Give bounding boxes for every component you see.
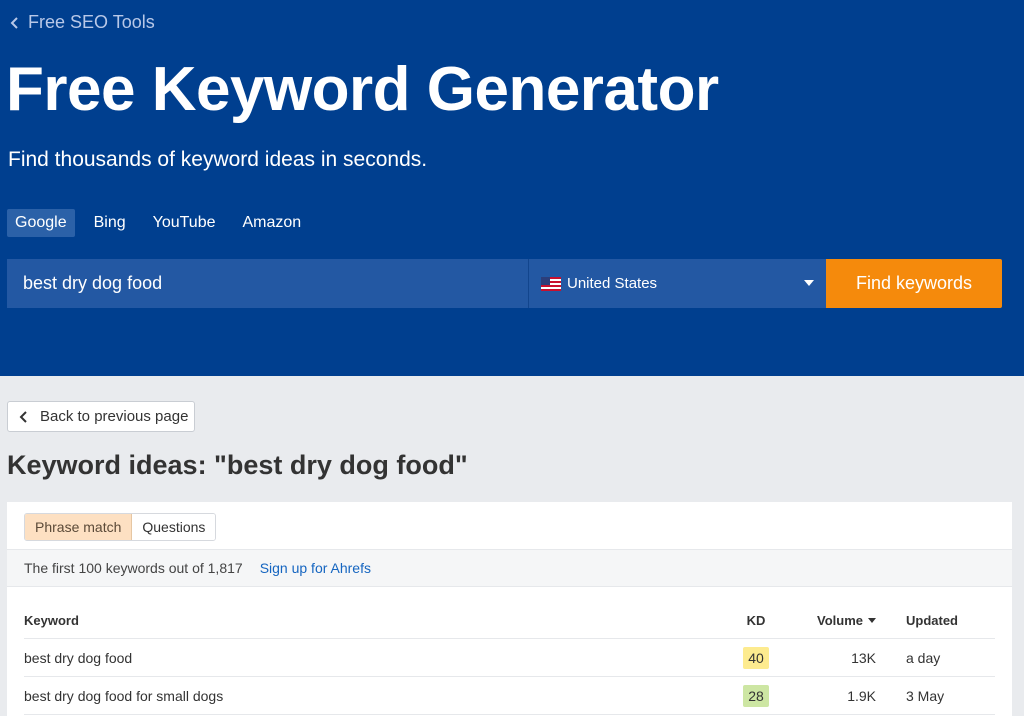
match-type-toggle: Phrase match Questions: [24, 513, 217, 541]
chevron-left-icon: [19, 410, 27, 423]
page-title: Free Keyword Generator: [6, 55, 719, 124]
column-header-keyword: Keyword: [24, 612, 79, 628]
hero-banner: Free SEO Tools Free Keyword Generator Fi…: [0, 0, 1024, 376]
country-select[interactable]: United States: [528, 259, 826, 308]
us-flag-icon: [541, 276, 561, 291]
tab-amazon[interactable]: Amazon: [235, 209, 310, 237]
volume-header-label: Volume: [817, 612, 863, 628]
kd-badge: 40: [743, 646, 769, 669]
back-button-label: Back to previous page: [40, 408, 189, 425]
table-header: Keyword KD Volume Updated: [24, 602, 995, 639]
search-bar: United States Find keywords: [7, 259, 1002, 308]
tab-bing[interactable]: Bing: [86, 209, 134, 237]
kd-cell: 28: [736, 677, 776, 714]
table-row: best dry dog food for small dogs 28 1.9K…: [24, 677, 995, 715]
tab-phrase-match[interactable]: Phrase match: [25, 514, 133, 540]
chevron-left-icon: [10, 16, 18, 29]
page-subtitle: Find thousands of keyword ideas in secon…: [8, 148, 428, 171]
sort-desc-icon: [868, 617, 876, 623]
column-header-updated[interactable]: Updated: [906, 602, 958, 638]
chevron-down-icon: [804, 280, 814, 286]
tab-questions[interactable]: Questions: [132, 514, 216, 540]
keyword-cell: best dry dog food for small dogs: [24, 687, 224, 704]
country-name: United States: [567, 275, 658, 292]
back-to-previous-page-button[interactable]: Back to previous page: [7, 401, 195, 432]
results-panel: Phrase match Questions The first 100 key…: [7, 502, 1012, 716]
keyword-input[interactable]: [7, 259, 528, 308]
breadcrumb-label: Free SEO Tools: [28, 12, 155, 32]
tab-youtube[interactable]: YouTube: [145, 209, 224, 237]
sign-up-link[interactable]: Sign up for Ahrefs: [260, 560, 371, 576]
keyword-cell: best dry dog food: [24, 649, 133, 666]
kd-cell: 40: [736, 639, 776, 676]
column-header-kd[interactable]: KD: [736, 602, 776, 638]
table-row: best dry dog food 40 13K a day: [24, 639, 995, 677]
updated-cell: a day: [906, 649, 941, 666]
find-keywords-button[interactable]: Find keywords: [826, 259, 1002, 308]
results-heading: Keyword ideas: "best dry dog food": [7, 450, 468, 480]
column-header-volume[interactable]: Volume: [794, 602, 876, 638]
results-count: The first 100 keywords out of 1,817: [24, 560, 243, 576]
results-info-bar: The first 100 keywords out of 1,817 Sign…: [7, 549, 1012, 587]
search-engine-tabs: Google Bing YouTube Amazon: [7, 209, 320, 237]
tab-google[interactable]: Google: [7, 209, 75, 237]
volume-cell: 13K: [851, 649, 876, 666]
volume-cell: 1.9K: [847, 687, 876, 704]
kd-badge: 28: [743, 684, 769, 707]
keywords-table: Keyword KD Volume Updated best dry dog f…: [24, 602, 995, 715]
breadcrumb-free-seo-tools[interactable]: Free SEO Tools: [8, 12, 155, 33]
updated-cell: 3 May: [906, 687, 945, 704]
